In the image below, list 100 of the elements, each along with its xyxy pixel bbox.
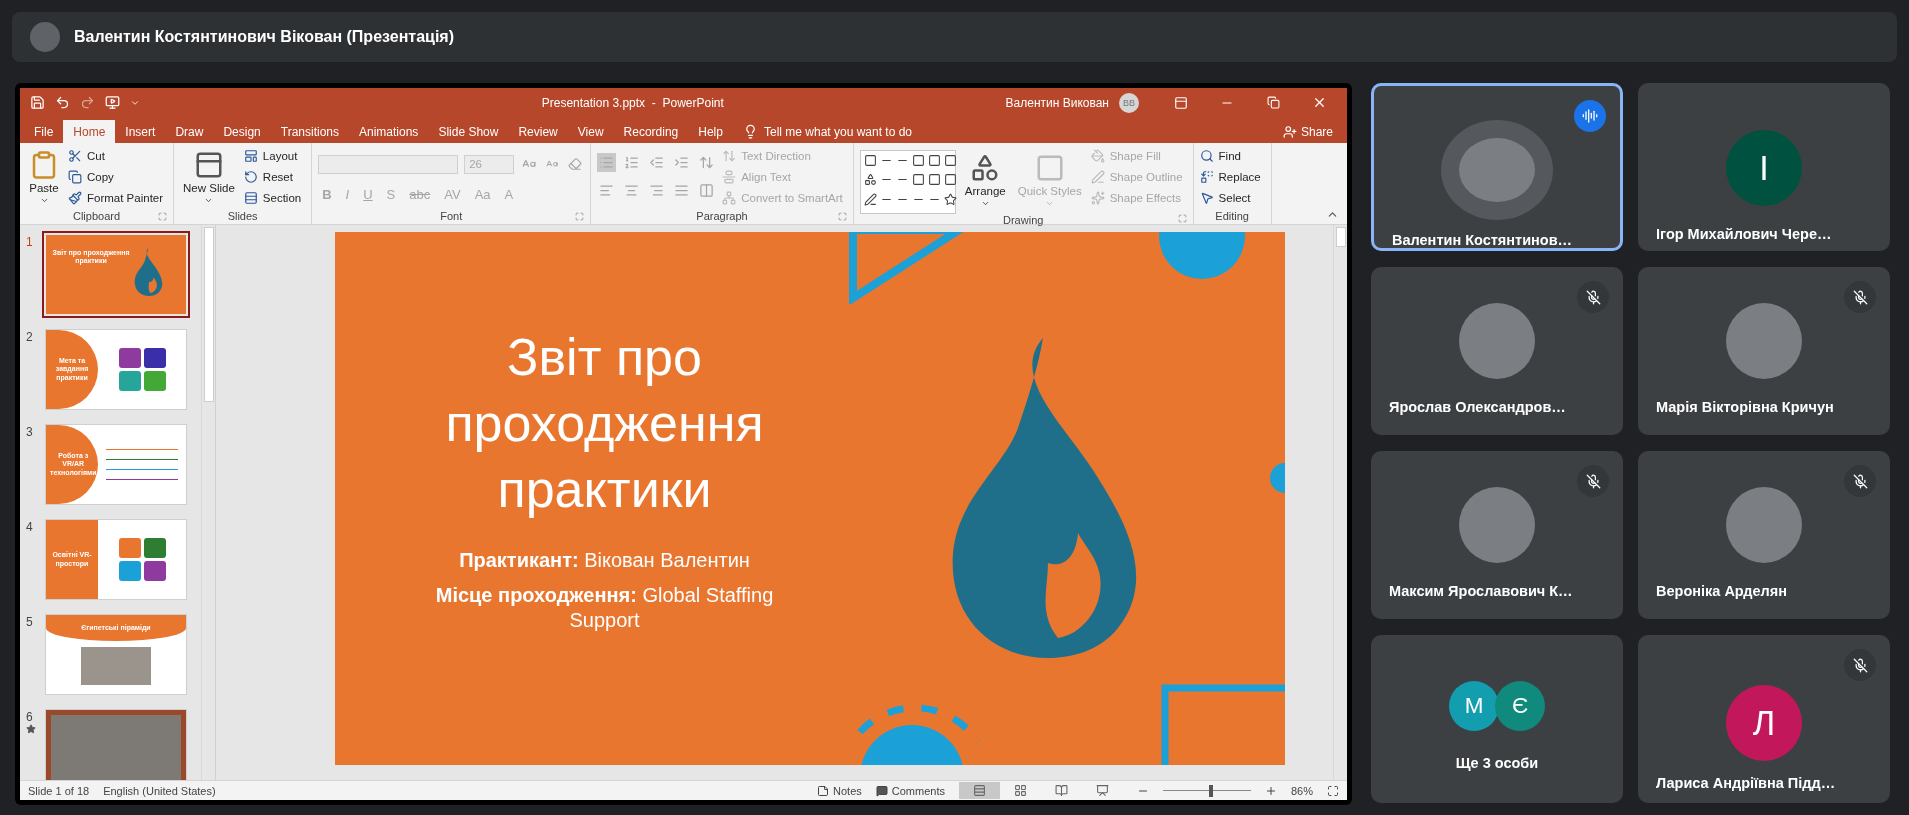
- avatar-initial: Л: [1726, 685, 1802, 761]
- ribbon-button[interactable]: Copy: [68, 167, 168, 186]
- fit-slide-icon[interactable]: [1327, 784, 1339, 797]
- slide-number: 4: [26, 520, 34, 534]
- scrollbar[interactable]: [1333, 225, 1347, 780]
- participant-tile[interactable]: Вероніка Арделян: [1638, 451, 1890, 619]
- ribbon-tab[interactable]: View: [567, 120, 614, 143]
- participant-name: Максим Ярославович К…: [1389, 583, 1573, 599]
- group-label: Font: [440, 210, 463, 222]
- reset-icon: [243, 169, 258, 184]
- slide-number: 5: [26, 615, 34, 629]
- speaking-icon: [1574, 100, 1606, 132]
- ribbon-tab[interactable]: Transitions: [270, 120, 349, 143]
- ribbon-tab[interactable]: Recording: [613, 120, 689, 143]
- present-icon[interactable]: [105, 95, 120, 110]
- pen-icon: [1090, 169, 1105, 184]
- participant-name: Ще 3 особи: [1455, 755, 1539, 771]
- group-label: Clipboard: [73, 210, 121, 222]
- ribbon-tab[interactable]: Slide Show: [428, 120, 509, 143]
- ribbon-tab[interactable]: Draw: [165, 120, 214, 143]
- shapes-gallery[interactable]: [859, 150, 956, 214]
- pointer-icon: [1199, 190, 1214, 205]
- scissors-icon: [68, 148, 82, 163]
- ribbon-button[interactable]: Arrange: [961, 150, 1009, 210]
- ribbon-tab[interactable]: Home: [63, 120, 116, 143]
- rectangle-icon[interactable]: [911, 154, 925, 167]
- ribbon-tab[interactable]: File: [24, 120, 64, 143]
- slide-number: 6: [26, 710, 34, 724]
- participant-name: Марія Вікторівна Кричун: [1656, 399, 1834, 415]
- text-direction-icon: [722, 148, 737, 163]
- tell-me-field[interactable]: Tell me what you want to do: [763, 124, 913, 139]
- avatar-initial: М: [1449, 681, 1499, 731]
- slide-title: Звіт про проходження практики: [444, 327, 765, 520]
- participant-tile[interactable]: І Ігор Михайлович Чере…: [1638, 83, 1890, 251]
- smartart-icon: [722, 190, 737, 205]
- avatar-initial: І: [1726, 130, 1802, 206]
- zoom-thumb[interactable]: [1209, 784, 1214, 797]
- slide-count: Slide 1 of 18: [28, 784, 90, 797]
- ribbon-button[interactable]: New Slide: [180, 147, 238, 207]
- language[interactable]: English (United States): [103, 784, 216, 797]
- participant-name: Ярослав Олександров…: [1389, 399, 1566, 415]
- shape-icon[interactable]: [943, 173, 957, 187]
- participant-tile[interactable]: Марія Вікторівна Кричун: [1638, 267, 1890, 435]
- star-icon[interactable]: [943, 192, 957, 206]
- ribbon-button[interactable]: Section: [243, 188, 306, 207]
- ribbon-tab[interactable]: Design: [213, 120, 271, 143]
- user-avatar[interactable]: ВВ: [1119, 92, 1139, 113]
- paint-bucket-icon: [1090, 148, 1105, 163]
- ribbon-button[interactable]: Find: [1199, 146, 1265, 165]
- ribbon-button[interactable]: Reset: [243, 167, 306, 186]
- participant-tile[interactable]: М Є Ще 3 особи: [1371, 635, 1623, 803]
- comment-icon: [875, 784, 888, 797]
- freeform-icon[interactable]: [863, 192, 877, 206]
- ribbon-button[interactable]: Layout: [243, 146, 306, 165]
- participant-tile[interactable]: Валентин Костянтинов…: [1371, 83, 1623, 251]
- zoom-in-icon[interactable]: [1264, 784, 1277, 797]
- sparkle-icon: [1090, 190, 1105, 205]
- participant-name: Лариса Андріївна Підд…: [1656, 775, 1836, 791]
- share-button[interactable]: Share: [1282, 120, 1333, 143]
- replace-icon: [1199, 169, 1214, 184]
- slide-text: Місце проходження: Global Staffing Support: [434, 583, 775, 633]
- avatar-photo: [30, 22, 60, 52]
- copy-icon: [68, 169, 82, 184]
- ribbon-button[interactable]: Select: [1199, 188, 1265, 207]
- group-label: Editing: [1215, 210, 1249, 222]
- ribbon-button[interactable]: Paste: [26, 147, 62, 207]
- search-icon: [1199, 148, 1214, 163]
- redo-icon[interactable]: [80, 95, 95, 110]
- notes-button[interactable]: Notes: [817, 784, 862, 797]
- group-label: Slides: [227, 210, 258, 222]
- participant-name: Вероніка Арделян: [1656, 583, 1788, 599]
- participant-tile[interactable]: Максим Ярославович К…: [1371, 451, 1623, 619]
- slide-number: 2: [26, 330, 34, 344]
- ribbon-tab[interactable]: Review: [508, 120, 568, 143]
- normal-view-icon[interactable]: [958, 782, 1000, 799]
- participant-tile[interactable]: Ярослав Олександров…: [1371, 267, 1623, 435]
- ribbon-button[interactable]: Replace: [1199, 167, 1265, 186]
- undo-icon[interactable]: [55, 95, 70, 110]
- slide-text: Практикант: Вікован Валентин: [458, 548, 751, 573]
- ribbon-tab[interactable]: Animations: [349, 120, 429, 143]
- ribbon-button[interactable]: Format Painter: [68, 188, 168, 207]
- comments-button[interactable]: Comments: [875, 784, 945, 797]
- notes-icon: [817, 784, 830, 797]
- avatar-initial: Є: [1495, 681, 1545, 731]
- group-label: Drawing: [1003, 214, 1044, 226]
- participant-name: Ігор Михайлович Чере…: [1656, 226, 1832, 242]
- participant-tile[interactable]: Л Лариса Андріївна Підд…: [1638, 635, 1890, 803]
- slide-number: 1: [26, 235, 34, 249]
- scrollbar[interactable]: [201, 225, 215, 780]
- section-icon: [243, 190, 258, 205]
- ribbon-button[interactable]: Cut: [68, 146, 168, 165]
- image-placeholder: [81, 647, 151, 685]
- flame-drawing: [134, 247, 164, 297]
- zoom-level[interactable]: 86%: [1290, 784, 1313, 797]
- paintbrush-icon: [68, 190, 82, 205]
- ribbon-tab[interactable]: Help: [688, 120, 733, 143]
- person-add-icon: [1282, 124, 1297, 139]
- ribbon-tab[interactable]: Insert: [115, 120, 166, 143]
- save-icon[interactable]: [30, 95, 45, 110]
- slide-number: 3: [26, 425, 34, 439]
